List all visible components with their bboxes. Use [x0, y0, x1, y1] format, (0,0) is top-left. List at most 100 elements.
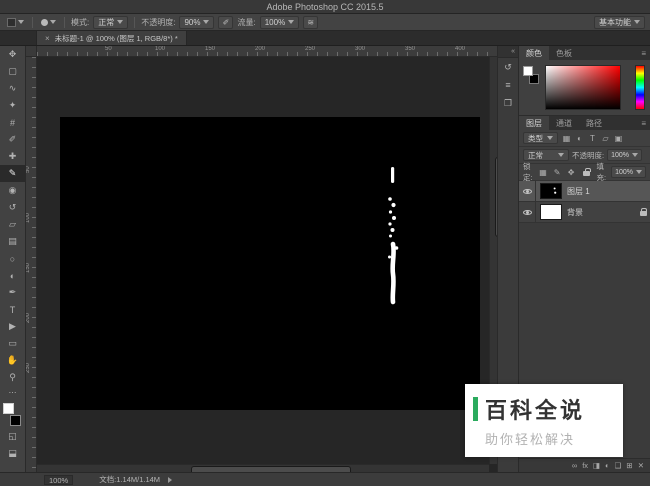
pressure-opacity-button[interactable]: ✐: [218, 15, 234, 29]
layer-effects-icon[interactable]: fx: [582, 462, 588, 470]
ruler-number: 400: [455, 46, 466, 52]
flow-select[interactable]: 100%: [259, 15, 300, 29]
tool-preset-picker[interactable]: [5, 17, 26, 28]
lock-image-pixels-icon[interactable]: ✎: [552, 168, 563, 177]
layer-group-icon[interactable]: ❑: [615, 462, 622, 470]
panel-menu-icon[interactable]: ≡: [641, 46, 650, 60]
title-bar: Adobe Photoshop CC 2015.5: [0, 0, 650, 14]
zoom-level-field[interactable]: 100%: [44, 474, 74, 485]
eraser-tool[interactable]: ▱: [0, 216, 25, 233]
panel-foreground-swatch[interactable]: [523, 66, 533, 76]
chevron-down-icon: [558, 153, 564, 157]
libraries-panel-icon[interactable]: ❐: [498, 94, 518, 112]
layer-row[interactable]: 图层 1: [519, 181, 650, 202]
layer-opacity-select[interactable]: 100%: [607, 149, 642, 161]
color-panel-tab-0[interactable]: 颜色: [519, 46, 549, 60]
opacity-select[interactable]: 90%: [179, 15, 215, 29]
hue-slider[interactable]: [635, 65, 645, 110]
lock-transparent-pixels-icon[interactable]: ▦: [538, 168, 549, 177]
lock-all-icon[interactable]: [580, 166, 594, 178]
delete-layer-icon[interactable]: ✕: [638, 462, 644, 470]
ruler-number: 100: [155, 46, 166, 52]
brush-tool[interactable]: ✎: [0, 165, 25, 182]
layer-thumbnail: [540, 204, 562, 220]
background-color-swatch[interactable]: [10, 415, 21, 426]
layer-visibility-toggle[interactable]: [519, 202, 536, 222]
mode-value: 正常: [98, 17, 115, 27]
ruler-top: 50 100 150 200 250 300 350 400: [37, 46, 497, 57]
layer-filter-kind-select[interactable]: 类型: [523, 132, 558, 144]
filter-type-layers-icon[interactable]: T: [587, 134, 598, 143]
path-selection-tool[interactable]: ▶: [0, 318, 25, 335]
quick-selection-tool[interactable]: ✦: [0, 97, 25, 114]
move-tool[interactable]: ✥: [0, 46, 25, 63]
blend-mode-select[interactable]: 正常: [93, 15, 129, 29]
flow-value: 100%: [264, 17, 286, 27]
gradient-tool[interactable]: ▤: [0, 233, 25, 250]
lock-label: 锁定:: [523, 162, 533, 182]
edit-toolbar-button[interactable]: ⋯: [0, 386, 25, 399]
layers-panel-tab-2[interactable]: 路径: [579, 116, 609, 130]
history-brush-tool[interactable]: ↺: [0, 199, 25, 216]
crop-tool[interactable]: #: [0, 114, 25, 131]
divider: [64, 16, 65, 28]
zoom-tool[interactable]: ⚲: [0, 369, 25, 386]
eyedropper-tool[interactable]: ✐: [0, 131, 25, 148]
document-tab[interactable]: × 未标题-1 @ 100% (图层 1, RGB/8*) *: [36, 31, 187, 45]
screen-mode-button[interactable]: ⬓: [0, 445, 25, 462]
horizontal-scrollbar[interactable]: [37, 464, 489, 472]
filter-shape-layers-icon[interactable]: ▱: [600, 134, 611, 143]
layer-visibility-toggle[interactable]: [519, 181, 536, 201]
brush-preset-picker[interactable]: [39, 18, 58, 27]
ruler-left: 50 100 150 200 250: [26, 57, 37, 472]
type-tool[interactable]: T: [0, 301, 25, 318]
lasso-tool[interactable]: ∿: [0, 80, 25, 97]
layer-fill-select[interactable]: 100%: [611, 166, 646, 178]
airbrush-button[interactable]: ≋: [303, 15, 319, 29]
hand-tool[interactable]: ✋: [0, 352, 25, 369]
blur-tool[interactable]: ○: [0, 250, 25, 267]
color-panel-tab-1[interactable]: 色板: [549, 46, 579, 60]
layers-panel-tabs: 图层 通道 路径 ≡: [519, 116, 650, 130]
spot-healing-brush-tool[interactable]: ✚: [0, 148, 25, 165]
filter-adjustment-layers-icon[interactable]: ◐: [574, 134, 585, 143]
layer-blend-mode-select[interactable]: 正常: [523, 149, 569, 161]
dodge-tool[interactable]: ◐: [0, 267, 25, 284]
flow-label: 流量:: [237, 17, 256, 27]
workspace-switcher[interactable]: 基本功能: [594, 15, 645, 29]
layer-name: 图层 1: [567, 186, 590, 196]
filter-pixel-layers-icon[interactable]: ▦: [561, 134, 572, 143]
rectangular-marquee-tool[interactable]: ▢: [0, 63, 25, 80]
layer-row[interactable]: 背景: [519, 202, 650, 223]
lock-position-icon[interactable]: ✥: [566, 168, 577, 177]
quick-mask-button[interactable]: ◱: [0, 428, 25, 445]
layer-mask-icon[interactable]: ◨: [593, 462, 600, 470]
lock-icons: ▦ ✎ ✥: [538, 166, 594, 178]
expand-panels-button[interactable]: «: [498, 46, 518, 58]
panel-menu-icon[interactable]: ≡: [641, 116, 650, 130]
filter-smart-objects-icon[interactable]: ▣: [613, 134, 624, 143]
adjustment-layer-icon[interactable]: ◐: [605, 462, 610, 470]
clone-stamp-tool[interactable]: ◉: [0, 182, 25, 199]
color-panel-body: [519, 60, 650, 115]
shape-tool[interactable]: ▭: [0, 335, 25, 352]
history-panel-icon[interactable]: ↺: [498, 58, 518, 76]
link-layers-icon[interactable]: ∞: [572, 462, 577, 470]
new-layer-icon[interactable]: ⊞: [626, 462, 632, 470]
properties-panel-icon[interactable]: ≡: [498, 76, 518, 94]
status-flyout-icon[interactable]: [168, 476, 173, 483]
foreground-color-swatch[interactable]: [3, 403, 14, 414]
color-field[interactable]: [545, 65, 621, 110]
ruler-number: 50: [105, 46, 112, 52]
layers-panel-tab-1[interactable]: 通道: [549, 116, 579, 130]
pen-tool[interactable]: ✒: [0, 284, 25, 301]
brush-preset-icon: [41, 18, 48, 26]
tab-strip: 图层 通道 路径: [519, 116, 609, 130]
color-swatches: [0, 401, 25, 428]
chevron-down-icon: [18, 20, 24, 24]
document-canvas[interactable]: [60, 117, 480, 410]
close-icon[interactable]: ×: [45, 34, 50, 43]
layers-panel-tab-0[interactable]: 图层: [519, 116, 549, 130]
opacity-value: 90%: [184, 17, 201, 27]
eye-icon: [522, 188, 532, 194]
